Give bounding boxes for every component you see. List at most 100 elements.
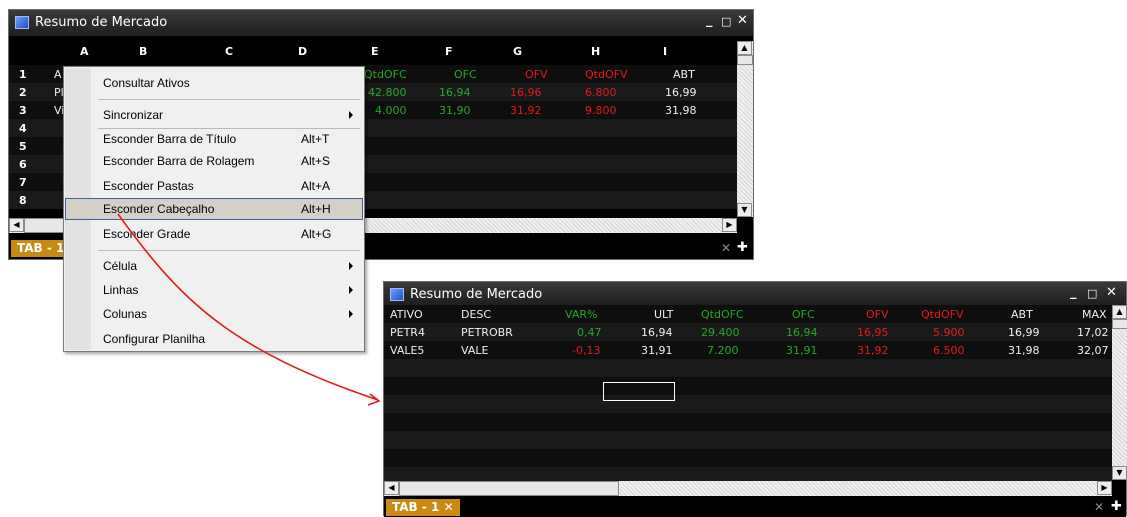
scroll-left-button[interactable]: ◀: [384, 481, 399, 495]
maximize-button[interactable]: □: [1087, 287, 1097, 300]
column-header-f[interactable]: F: [445, 45, 453, 58]
row-number[interactable]: 5: [9, 137, 54, 155]
table-row[interactable]: [384, 377, 1112, 395]
menu-item-esconder-grade[interactable]: Esconder Grade Alt+G: [65, 223, 363, 245]
row-number[interactable]: 4: [9, 119, 54, 137]
row-number[interactable]: 3: [9, 101, 54, 119]
menu-item-shortcut: Alt+A: [301, 179, 331, 193]
column-header-i[interactable]: I: [663, 45, 667, 58]
menu-item-label: Esconder Cabeçalho: [103, 202, 215, 216]
cell-ult: 31,91: [641, 344, 673, 357]
col-header-ofc[interactable]: OFC: [792, 308, 815, 321]
col-header-ativo[interactable]: ATIVO: [390, 308, 423, 321]
column-header-b[interactable]: B: [139, 45, 147, 58]
cell-max: 32,07: [1077, 344, 1109, 357]
menu-item-linhas[interactable]: Linhas: [65, 279, 363, 301]
menu-item-sincronizar[interactable]: Sincronizar: [65, 104, 363, 126]
cell-ofv: 16,95: [857, 326, 889, 339]
table-row[interactable]: [384, 359, 1112, 377]
cell: 16,96: [510, 86, 542, 99]
minimize-button[interactable]: _: [1070, 285, 1077, 300]
menu-item-label: Esconder Barra de Rolagem: [103, 154, 255, 168]
row-number[interactable]: 8: [9, 191, 54, 209]
tab-1[interactable]: TAB - 1 ✕: [386, 499, 460, 516]
col-header-abt[interactable]: ABT: [1011, 308, 1033, 321]
vertical-scrollbar[interactable]: ▲ ▼: [737, 41, 753, 217]
add-tab-icon[interactable]: ✚: [737, 240, 748, 255]
scroll-down-button[interactable]: ▼: [1112, 466, 1127, 480]
scroll-left-button[interactable]: ◀: [9, 218, 24, 232]
row-number[interactable]: 7: [9, 173, 54, 191]
menu-item-label: Consultar Ativos: [103, 76, 190, 90]
close-tab-icon[interactable]: ✕: [444, 500, 454, 514]
table-row[interactable]: VALE5 VALE -0,13 31,91 7.200 31,91 31,92…: [384, 341, 1112, 359]
cell-var: 0,47: [577, 326, 602, 339]
column-header-d[interactable]: D: [298, 45, 307, 58]
tab-label: TAB - 1: [392, 500, 440, 514]
minimize-button[interactable]: _: [706, 13, 713, 28]
column-header-a[interactable]: A: [80, 45, 89, 58]
close-tab-icon[interactable]: ✕: [721, 241, 731, 255]
add-tab-icon[interactable]: ✚: [1111, 499, 1122, 514]
column-header-e[interactable]: E: [371, 45, 379, 58]
menu-item-label: Célula: [103, 259, 138, 273]
table-row[interactable]: [384, 431, 1112, 449]
scroll-up-button[interactable]: ▲: [1112, 305, 1127, 319]
col-header-var[interactable]: VAR%: [565, 308, 597, 321]
table-row[interactable]: PETR4 PETROBR 0,47 16,94 29.400 16,94 16…: [384, 323, 1112, 341]
menu-item-esconder-cabecalho[interactable]: Esconder Cabeçalho Alt+H: [65, 198, 363, 220]
col-header-desc[interactable]: DESC: [461, 308, 491, 321]
maximize-button[interactable]: □: [721, 15, 731, 28]
horizontal-scrollbar[interactable]: ◀ ▶: [384, 481, 1112, 496]
col-header-ofv[interactable]: OFV: [866, 308, 889, 321]
menu-item-celula[interactable]: Célula: [65, 255, 363, 277]
column-header-h[interactable]: H: [591, 45, 600, 58]
submenu-arrow-icon: [349, 262, 353, 270]
menu-item-esconder-pastas[interactable]: Esconder Pastas Alt+A: [65, 175, 363, 197]
submenu-arrow-icon: [349, 111, 353, 119]
tab-1[interactable]: TAB - 1: [11, 240, 71, 257]
scroll-right-button[interactable]: ▶: [722, 218, 737, 232]
row-number[interactable]: 1: [9, 65, 54, 83]
scroll-up-button[interactable]: ▲: [737, 41, 752, 55]
column-header-g[interactable]: G: [513, 45, 522, 58]
menu-item-esconder-barra-rolagem[interactable]: Esconder Barra de Rolagem Alt+S: [65, 150, 363, 172]
cell: OFC: [454, 68, 477, 81]
menu-item-shortcut: Alt+G: [301, 227, 332, 241]
menu-item-configurar-planilha[interactable]: Configurar Planilha: [65, 328, 363, 350]
table-row[interactable]: [384, 449, 1112, 467]
menu-item-colunas[interactable]: Colunas: [65, 303, 363, 325]
close-button[interactable]: ✕: [737, 13, 748, 28]
vertical-scrollbar[interactable]: ▲ ▼: [1112, 305, 1127, 480]
close-all-icon[interactable]: ✕: [1094, 500, 1104, 514]
menu-item-label: Esconder Grade: [103, 227, 191, 241]
cell-ativo: VALE5: [390, 344, 425, 357]
scroll-thumb[interactable]: [399, 481, 619, 496]
table-row[interactable]: [384, 395, 1112, 413]
scroll-right-button[interactable]: ▶: [1097, 481, 1112, 495]
scroll-thumb[interactable]: [24, 218, 64, 233]
row-number[interactable]: 6: [9, 155, 54, 173]
title-bar[interactable]: Resumo de Mercado _ □ ✕: [9, 10, 753, 36]
scroll-thumb[interactable]: [737, 55, 753, 65]
menu-item-label: Esconder Pastas: [103, 179, 194, 193]
window-title: Resumo de Mercado: [410, 287, 543, 302]
col-header-qtdofc[interactable]: QtdOFC: [701, 308, 744, 321]
column-header-c[interactable]: C: [225, 45, 233, 58]
row-number[interactable]: 2: [9, 83, 54, 101]
selected-cell[interactable]: [603, 382, 675, 401]
col-header-max[interactable]: MAX: [1082, 308, 1107, 321]
scroll-down-button[interactable]: ▼: [737, 203, 752, 217]
col-header-qtdofv[interactable]: QtdOFV: [921, 308, 963, 321]
col-header-ult[interactable]: ULT: [654, 308, 673, 321]
menu-item-consultar-ativos[interactable]: Consultar Ativos: [65, 72, 363, 94]
menu-item-label: Configurar Planilha: [103, 332, 206, 346]
scroll-thumb[interactable]: [1112, 319, 1127, 329]
close-button[interactable]: ✕: [1106, 285, 1117, 300]
title-bar[interactable]: Resumo de Mercado _ □ ✕: [384, 282, 1126, 305]
table-row[interactable]: [384, 413, 1112, 431]
menu-item-shortcut: Alt+S: [301, 154, 331, 168]
arrow-head: [367, 393, 381, 406]
menu-item-esconder-barra-titulo[interactable]: Esconder Barra de Título Alt+T: [65, 128, 363, 150]
menu-item-shortcut: Alt+T: [301, 132, 330, 146]
